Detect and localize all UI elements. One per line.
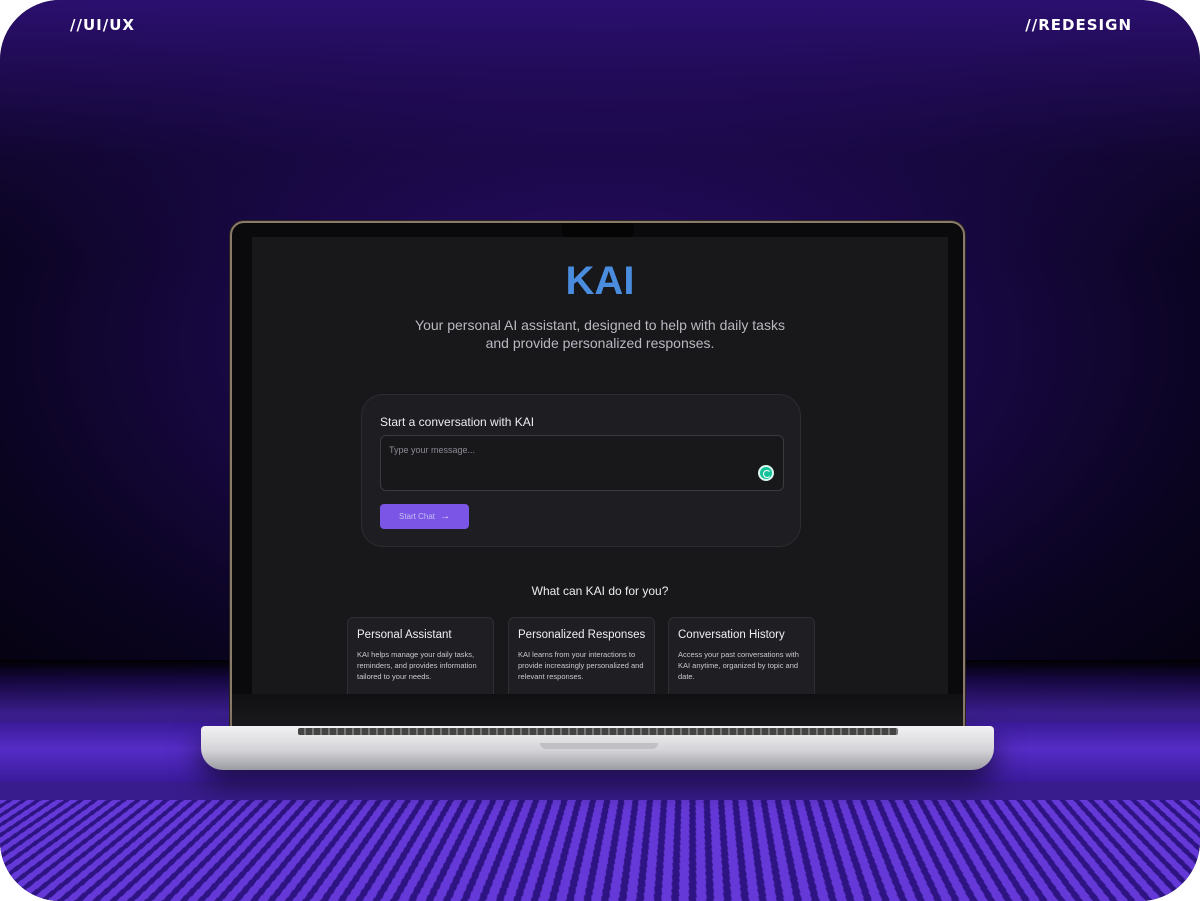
floor-stripes	[0, 800, 1200, 901]
feature-description: KAI helps manage your daily tasks, remin…	[357, 650, 477, 681]
arrow-right-icon: →	[440, 511, 450, 522]
feature-description: Access your past conversations with KAI …	[678, 650, 799, 681]
feature-card-personalized-responses[interactable]: Personalized Responses KAI learns from y…	[508, 617, 655, 694]
laptop-screen: KAI Your personal AI assistant, designed…	[252, 237, 948, 694]
feature-description: KAI learns from your interactions to pro…	[518, 650, 644, 681]
laptop-trackpad-lip	[540, 743, 658, 749]
app-title: KAI	[565, 259, 635, 303]
laptop-bezel-bottom	[232, 694, 963, 726]
app-subtitle: Your personal AI assistant, designed to …	[415, 317, 785, 351]
start-chat-label: Start Chat	[398, 512, 435, 521]
feature-title: Personalized Responses	[518, 629, 646, 641]
start-chat-button[interactable]: Start Chat →	[380, 504, 469, 529]
grammarly-icon[interactable]	[758, 465, 774, 481]
chat-label: Start a conversation with KAI	[380, 415, 535, 429]
feature-title: Personal Assistant	[357, 629, 452, 641]
chat-card: Start a conversation with KAI Type your …	[361, 394, 801, 547]
message-placeholder: Type your message...	[389, 445, 476, 455]
corner-tag-uiux: //UI/UX	[70, 16, 135, 34]
laptop-keyboard	[298, 728, 898, 735]
features-heading: What can KAI do for you?	[531, 584, 669, 598]
feature-card-conversation-history[interactable]: Conversation History Access your past co…	[668, 617, 815, 694]
feature-title: Conversation History	[678, 629, 785, 641]
message-input[interactable]: Type your message...	[380, 435, 784, 491]
mockup-frame: //UI/UX //REDESIGN KAI Your personal AI …	[0, 0, 1200, 901]
feature-card-personal-assistant[interactable]: Personal Assistant KAI helps manage your…	[347, 617, 494, 694]
corner-tag-redesign: //REDESIGN	[1025, 16, 1132, 34]
